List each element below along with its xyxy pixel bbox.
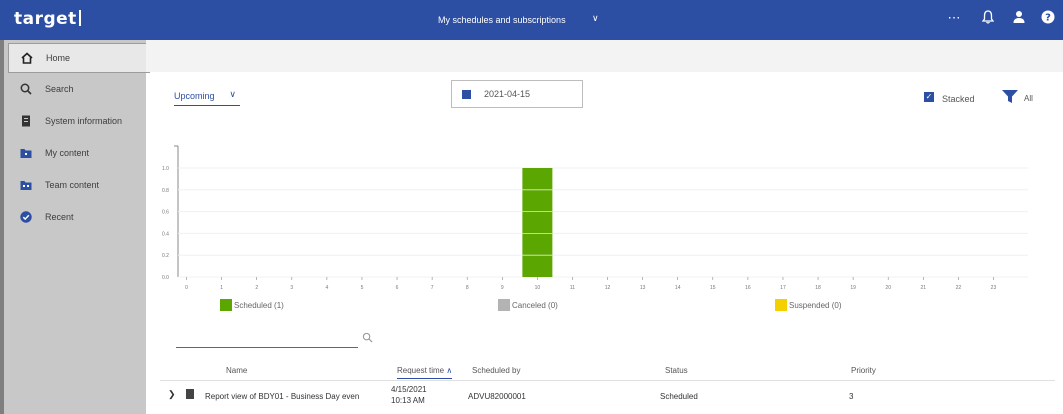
more-icon[interactable]: ⋯ (945, 10, 963, 26)
content-header-band (146, 40, 1063, 72)
calendar-icon (462, 90, 471, 99)
x-tick-label: 13 (640, 285, 646, 291)
sidebar-item-label: System information (45, 116, 123, 126)
x-tick-label: 19 (850, 285, 856, 291)
user-icon[interactable] (1010, 10, 1028, 27)
stacked-checkbox[interactable]: ✓ (924, 92, 934, 102)
folder-icon (20, 149, 32, 158)
x-tick-label: 12 (605, 285, 611, 291)
search-icon (20, 83, 32, 95)
legend-label: Scheduled (1) (234, 301, 284, 310)
legend-swatch-scheduled (220, 299, 232, 311)
help-icon[interactable]: ? (1039, 10, 1057, 27)
document-icon (186, 389, 194, 399)
date-value: 2021-04-15 (484, 89, 531, 99)
sidebar: Home Search System information My conten… (0, 40, 150, 414)
y-tick-label: 0.8 (162, 188, 169, 194)
legend-swatch-canceled (498, 299, 510, 311)
sidebar-item-home[interactable]: Home (8, 43, 150, 73)
x-tick-label: 20 (885, 285, 891, 291)
x-tick-label: 11 (570, 285, 575, 291)
filter-label[interactable]: All (1024, 94, 1033, 103)
view-select[interactable]: Upcoming ∨ (174, 86, 240, 106)
filter-icon[interactable] (1002, 90, 1018, 103)
chevron-right-icon[interactable]: ❯ (168, 389, 176, 400)
sidebar-item-system-information[interactable]: System information (8, 107, 150, 137)
legend-label: Suspended (0) (789, 301, 842, 310)
x-tick-label: 23 (991, 285, 997, 291)
x-tick-label: 17 (780, 285, 786, 291)
x-tick-label: 3 (290, 285, 293, 291)
sidebar-item-label: Home (46, 53, 71, 63)
chevron-down-icon: ∨ (229, 89, 236, 99)
home-icon (21, 52, 33, 64)
search-icon[interactable] (362, 332, 373, 343)
x-tick-label: 14 (675, 285, 681, 291)
row-scheduled-by: ADVU82000001 (468, 392, 526, 401)
brand-logo[interactable]: target (14, 9, 81, 29)
row-request-time: 10:13 AM (391, 396, 425, 405)
sidebar-item-label: Search (45, 84, 74, 94)
sidebar-item-search[interactable]: Search (8, 75, 150, 105)
svg-text:?: ? (1045, 13, 1051, 24)
x-tick-label: 7 (431, 285, 434, 291)
stacked-label: Stacked (942, 94, 975, 104)
y-tick-label: 0.6 (162, 210, 169, 216)
x-tick-label: 2 (255, 285, 258, 291)
legend-swatch-suspended (775, 299, 787, 311)
sidebar-item-recent[interactable]: Recent (8, 203, 150, 233)
x-tick-label: 10 (535, 285, 541, 291)
column-header-scheduled-by[interactable]: Scheduled by (472, 366, 520, 375)
x-tick-label: 15 (710, 285, 716, 291)
chevron-down-icon[interactable]: ∨ (592, 13, 599, 24)
y-tick-label: 0.4 (162, 231, 169, 237)
x-tick-label: 16 (745, 285, 751, 291)
team-folder-icon (20, 181, 32, 190)
y-tick-label: 0.0 (162, 275, 169, 281)
column-header-request-time[interactable]: Request time ∧ (397, 366, 453, 379)
sort-ascending-icon: ∧ (446, 366, 453, 375)
schedule-chart: 0.00.20.40.60.81.00 1 2 3 4 5 6 7 8 9 10 11 12 13 14 15… (162, 145, 1028, 291)
recent-icon (20, 211, 32, 223)
column-header-status[interactable]: Status (665, 366, 688, 375)
x-tick-label: 4 (325, 285, 328, 291)
x-tick-label: 18 (815, 285, 821, 291)
row-request-date: 4/15/2021 (391, 385, 427, 394)
y-tick-label: 1.0 (162, 166, 169, 172)
column-header-label: Request time (397, 366, 445, 375)
x-tick-label: 5 (361, 285, 364, 291)
sidebar-item-label: My content (45, 148, 90, 158)
sidebar-item-label: Team content (45, 180, 100, 190)
page-title-menu[interactable]: My schedules and subscriptions (438, 15, 566, 25)
legend-label: Canceled (0) (512, 301, 558, 310)
sidebar-item-team-content[interactable]: Team content (8, 171, 150, 201)
bell-icon[interactable] (979, 10, 997, 27)
column-header-name[interactable]: Name (226, 366, 247, 375)
top-bar: target My schedules and subscriptions ∨ … (0, 0, 1063, 40)
table-search-input[interactable] (176, 347, 358, 348)
system-info-icon (22, 115, 30, 127)
sidebar-item-label: Recent (45, 212, 74, 222)
row-priority: 3 (849, 392, 854, 401)
x-tick-label: 22 (956, 285, 962, 291)
date-picker[interactable]: 2021-04-15 (451, 80, 583, 108)
x-tick-label: 0 (185, 285, 188, 291)
x-tick-label: 9 (501, 285, 504, 291)
x-tick-label: 6 (396, 285, 399, 291)
view-select-value: Upcoming (174, 91, 215, 101)
sidebar-item-my-content[interactable]: My content (8, 139, 150, 169)
row-status: Scheduled (660, 392, 698, 401)
row-name[interactable]: Report view of BDY01 - Business Day even (205, 392, 359, 401)
x-tick-label: 21 (921, 285, 927, 291)
column-header-priority[interactable]: Priority (851, 366, 876, 375)
x-tick-label: 1 (220, 285, 223, 291)
x-tick-label: 8 (466, 285, 469, 291)
divider (160, 380, 1055, 381)
y-tick-label: 0.2 (162, 253, 169, 259)
bar-scheduled (522, 168, 553, 277)
